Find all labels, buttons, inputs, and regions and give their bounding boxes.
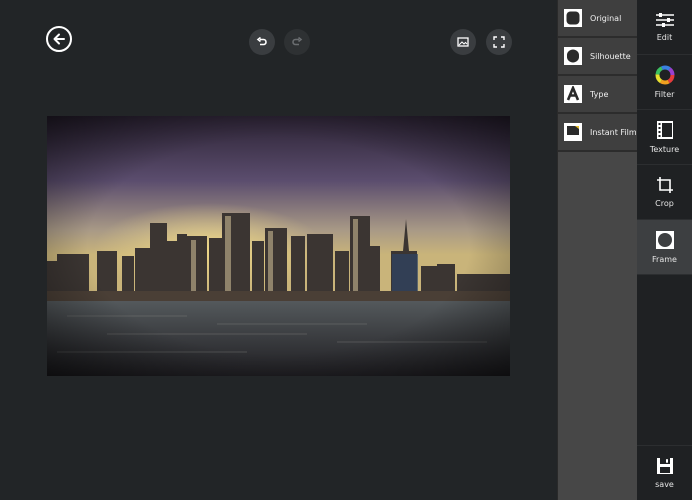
- color-wheel-icon: [655, 65, 674, 85]
- frame-item-label: Original: [590, 13, 622, 23]
- tool-label: Edit: [656, 33, 673, 42]
- canvas-area: [0, 0, 557, 500]
- frame-circle-icon: [655, 231, 674, 249]
- redo-button[interactable]: [284, 29, 310, 55]
- tool-label: Crop: [655, 199, 674, 208]
- film-strip-icon: [656, 121, 673, 139]
- tool-texture[interactable]: Texture: [637, 110, 692, 165]
- back-button[interactable]: [46, 26, 72, 52]
- frame-item-label: Type: [590, 89, 609, 99]
- frame-item-silhouette[interactable]: Silhouette: [558, 38, 638, 76]
- city-skyline-image: [47, 116, 510, 376]
- tool-label: Frame: [652, 255, 677, 264]
- frame-item-original[interactable]: Original: [558, 0, 638, 38]
- crop-icon: [656, 177, 673, 193]
- image-icon: [457, 37, 469, 47]
- save-disk-icon: [656, 458, 673, 474]
- undo-icon: [256, 36, 267, 46]
- compare-button[interactable]: [450, 29, 476, 55]
- frame-item-instant-film[interactable]: Instant Film: [558, 114, 638, 152]
- type-frame-icon: [564, 85, 582, 103]
- back-arrow-icon: [53, 33, 65, 45]
- original-frame-icon: [564, 9, 582, 27]
- tool-filter[interactable]: Filter: [637, 55, 692, 110]
- sliders-icon: [655, 13, 674, 27]
- fullscreen-button[interactable]: [486, 29, 512, 55]
- redo-icon: [292, 36, 303, 46]
- tool-label: Texture: [649, 145, 680, 154]
- frame-options-panel: Original Silhouette Type Instant Film: [557, 0, 638, 500]
- frame-item-label: Instant Film: [590, 127, 637, 137]
- tool-crop[interactable]: Crop: [637, 165, 692, 220]
- silhouette-frame-icon: [564, 47, 582, 65]
- frame-item-type[interactable]: Type: [558, 76, 638, 114]
- instant-film-frame-icon: [564, 123, 582, 141]
- tool-label: Filter: [654, 90, 675, 99]
- frame-item-label: Silhouette: [590, 51, 631, 61]
- save-button[interactable]: save: [637, 445, 692, 500]
- tool-edit[interactable]: Edit: [637, 0, 692, 55]
- tool-frame[interactable]: Frame: [637, 220, 692, 275]
- tools-toolbar: Edit Filter Texture Crop Frame save: [637, 0, 692, 500]
- undo-button[interactable]: [249, 29, 275, 55]
- save-label: save: [655, 480, 674, 489]
- fullscreen-icon: [493, 36, 505, 48]
- photo-preview: [47, 116, 510, 376]
